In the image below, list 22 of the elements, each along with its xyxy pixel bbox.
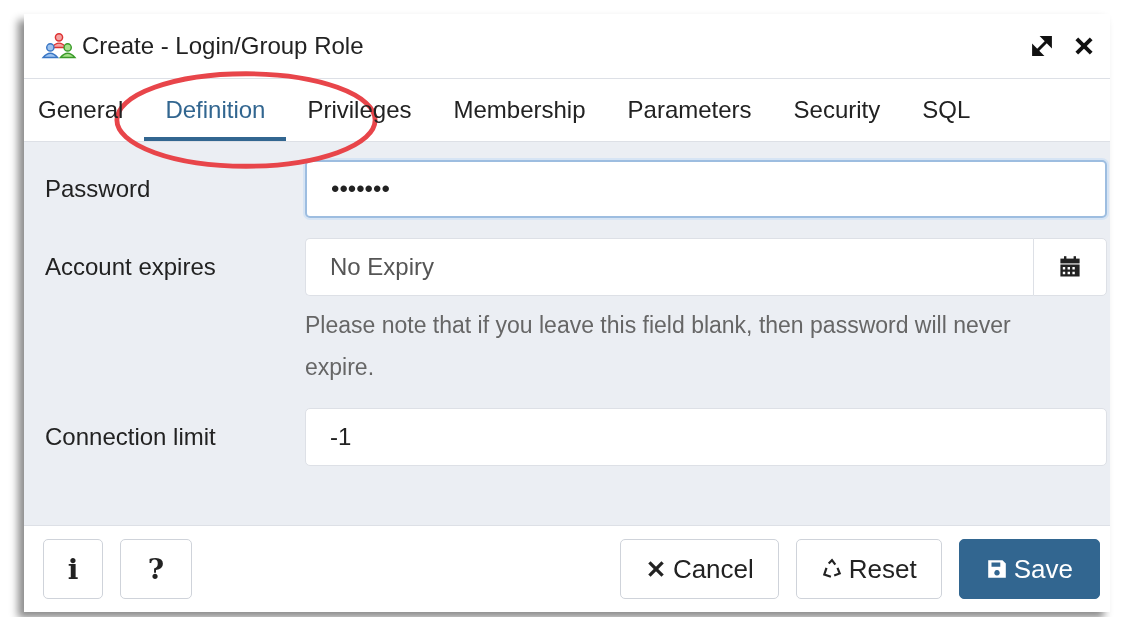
calendar-icon[interactable] — [1058, 255, 1082, 279]
save-button[interactable]: Save — [958, 539, 1100, 599]
input-field[interactable]: -1 — [305, 408, 1107, 466]
reset-button[interactable]: Reset — [795, 539, 942, 599]
help-button[interactable]: ? — [120, 539, 192, 599]
field-label: Connection limit — [45, 422, 217, 452]
tab[interactable]: Security — [772, 79, 902, 141]
calendar-button[interactable] — [1033, 238, 1107, 296]
tab[interactable]: Membership — [432, 79, 607, 141]
input-field[interactable]: ••••••• — [305, 160, 1107, 218]
cancel-button[interactable]: Cancel — [619, 539, 779, 599]
tab[interactable]: Parameters — [606, 79, 773, 141]
window-title: Create - Login/Group Role — [82, 32, 365, 60]
field-label: Password — [45, 174, 152, 204]
users-icon — [40, 33, 78, 59]
date-field[interactable]: No Expiry — [305, 238, 1033, 296]
tab[interactable]: SQL — [901, 79, 992, 141]
recycle-icon — [820, 558, 843, 580]
expand-icon[interactable] — [1030, 34, 1054, 58]
help-text: Please note that if you leave this field blank, then password will never expire. — [305, 311, 1012, 382]
field-label: Account expires — [45, 252, 217, 282]
info-button[interactable]: i — [43, 539, 103, 599]
